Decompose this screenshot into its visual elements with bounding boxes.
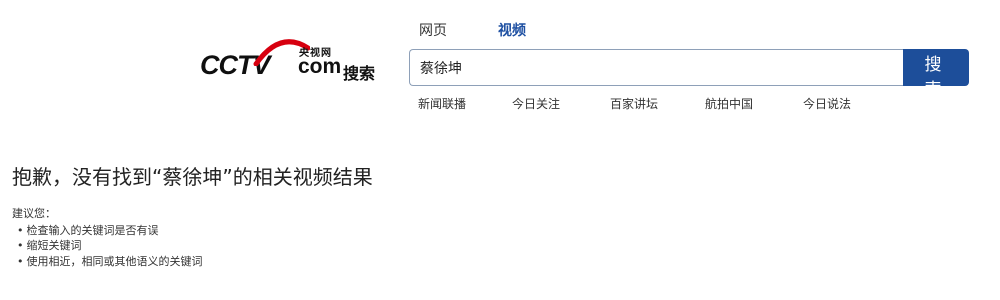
no-result-message: 抱歉，没有找到“蔡徐坤”的相关视频结果 <box>12 165 373 189</box>
tab-webpage[interactable]: 网页 <box>419 20 447 40</box>
quick-link-jinriguanzhu[interactable]: 今日关注 <box>512 95 560 112</box>
suggestion-item: 使用相近，相同或其他语义的关键词 <box>17 253 203 269</box>
search-button[interactable]: 搜 索 <box>903 49 969 100</box>
logo-product: 搜索 <box>343 64 376 83</box>
suggestion-item: 检查输入的关键词是否有误 <box>17 222 159 238</box>
quick-link-jinrishuofa[interactable]: 今日说法 <box>803 95 851 112</box>
tab-video[interactable]: 视频 <box>498 20 526 40</box>
suggestion-item: 缩短关键词 <box>17 237 82 253</box>
logo-domain: com <box>298 55 342 78</box>
suggestion-title: 建议您： <box>12 207 56 220</box>
quick-link-hangpaizhongguo[interactable]: 航拍中国 <box>705 95 753 112</box>
quick-link-xinwenlianbo[interactable]: 新闻联播 <box>418 95 466 112</box>
cctv-logo[interactable]: CCTV 央视网 com 搜索 <box>200 36 400 88</box>
quick-link-baijiajiangtan[interactable]: 百家讲坛 <box>610 95 658 112</box>
search-input[interactable] <box>410 50 900 85</box>
